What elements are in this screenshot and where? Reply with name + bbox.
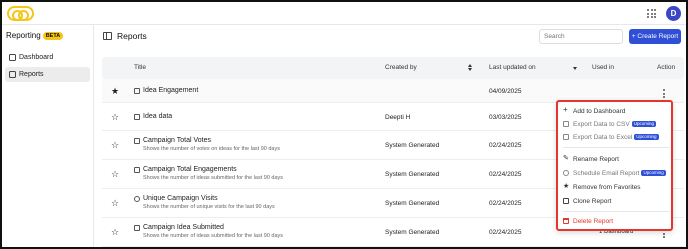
sidebar-item-label: Reports	[19, 71, 44, 78]
upcoming-badge: Upcoming	[634, 134, 659, 140]
menu-item-label: Export Data to Excel	[573, 134, 633, 141]
app-window: D Reporting BETA Dashboard Reports Report…	[0, 0, 688, 249]
table-header: Title Created by Last updated on Used in…	[102, 57, 684, 79]
updated-date: 03/03/2025	[489, 114, 522, 121]
report-name[interactable]: Campaign Idea Submitted	[143, 224, 224, 231]
menu-item-label: Remove from Favorites	[573, 184, 641, 191]
created-by: System Generated	[385, 200, 440, 207]
column-header-last-updated[interactable]: Last updated on	[489, 64, 536, 71]
upcoming-badge: Upcoming	[631, 121, 656, 127]
sidebar: Reporting BETA Dashboard Reports	[2, 25, 94, 247]
clock-icon	[134, 196, 140, 202]
report-icon	[134, 225, 140, 231]
star-filled-icon[interactable]: ★	[111, 87, 119, 96]
report-icon	[134, 167, 140, 173]
column-header-created-by[interactable]: Created by	[385, 64, 417, 71]
reports-icon	[9, 71, 16, 78]
menu-item-label: Clone Report	[573, 198, 612, 205]
menu-item-add-to-dashboard[interactable]: + Add to Dashboard	[563, 106, 625, 117]
sidebar-item-dashboard[interactable]: Dashboard	[5, 50, 90, 65]
star-outline-icon[interactable]: ☆	[111, 228, 119, 237]
report-description: Shows the number of ideas submitted for …	[143, 233, 284, 239]
report-description: Shows the number of unique visits for th…	[143, 204, 275, 210]
report-name[interactable]: Unique Campaign Visits	[143, 195, 218, 202]
pencil-icon: ✎	[563, 155, 569, 162]
report-name[interactable]: Campaign Total Engagements	[143, 166, 237, 173]
created-by: System Generated	[385, 229, 440, 236]
menu-item-delete[interactable]: Delete Report	[563, 216, 613, 227]
report-icon	[134, 114, 140, 120]
page-title: Reports	[117, 31, 147, 41]
menu-item-export-csv[interactable]: Export Data to CSV Upcoming	[563, 119, 656, 130]
updated-date: 02/24/2025	[489, 171, 522, 178]
column-header-title[interactable]: Title	[134, 64, 146, 71]
top-bar: D	[2, 2, 686, 25]
report-name[interactable]: Idea data	[143, 113, 172, 120]
menu-item-clone[interactable]: Clone Report	[563, 196, 611, 207]
copy-icon	[563, 198, 569, 204]
beta-badge: BETA	[42, 32, 64, 40]
updated-date: 02/24/2025	[489, 229, 522, 236]
report-name[interactable]: Idea Engagement	[143, 87, 198, 94]
column-header-used-in: Used in	[592, 64, 615, 71]
star-filled-icon: ★	[563, 183, 570, 190]
sort-icon[interactable]	[468, 64, 473, 72]
report-description: Shows the number of ideas submitted for …	[143, 175, 284, 181]
plus-icon: +	[563, 105, 568, 114]
sidebar-toggle-icon[interactable]	[103, 32, 112, 40]
menu-item-rename[interactable]: ✎ Rename Report	[563, 154, 619, 165]
updated-date: 02/24/2025	[489, 142, 522, 149]
created-by: Deepti H	[385, 114, 411, 121]
star-outline-icon[interactable]: ☆	[111, 170, 119, 179]
report-actions-menu: + Add to Dashboard Export Data to CSV Upc…	[556, 100, 673, 231]
app-title: Reporting BETA	[6, 31, 64, 40]
column-header-action: Action	[657, 64, 676, 71]
menu-divider	[563, 211, 670, 212]
sidebar-item-label: Dashboard	[19, 54, 54, 61]
report-description: Shows the number of votes on ideas for t…	[143, 146, 280, 152]
sort-desc-icon[interactable]	[573, 67, 577, 70]
menu-divider	[563, 147, 670, 148]
sidebar-item-reports[interactable]: Reports	[5, 67, 90, 82]
created-by: System Generated	[385, 171, 440, 178]
report-icon	[134, 138, 140, 144]
file-icon	[563, 121, 569, 127]
menu-item-export-excel[interactable]: Export Data to Excel Upcoming	[563, 132, 659, 143]
menu-item-schedule-email[interactable]: Schedule Email Report Upcoming	[563, 168, 666, 179]
dashboard-icon	[9, 54, 16, 61]
updated-date: 02/24/2025	[489, 200, 522, 207]
star-outline-icon[interactable]: ☆	[111, 113, 119, 122]
trash-icon	[563, 218, 569, 224]
page-header: Reports + Create Report	[95, 25, 686, 47]
upcoming-badge: Upcoming	[641, 170, 666, 176]
star-outline-icon[interactable]: ☆	[111, 199, 119, 208]
more-actions-icon[interactable]	[663, 89, 666, 100]
file-icon	[563, 134, 569, 140]
report-icon	[134, 88, 140, 94]
updated-date: 04/09/2025	[489, 88, 522, 95]
app-name: Reporting	[6, 31, 41, 40]
search-input[interactable]	[539, 29, 623, 44]
avatar[interactable]: D	[666, 6, 681, 21]
menu-item-label: Add to Dashboard	[573, 108, 626, 115]
menu-item-remove-favorite[interactable]: ★ Remove from Favorites	[563, 182, 641, 193]
report-name[interactable]: Campaign Total Votes	[143, 137, 211, 144]
menu-item-label: Rename Report	[573, 156, 619, 163]
menu-item-label: Schedule Email Report	[573, 170, 640, 177]
create-report-button[interactable]: + Create Report	[629, 29, 681, 44]
star-outline-icon[interactable]: ☆	[111, 141, 119, 150]
created-by: System Generated	[385, 142, 440, 149]
menu-item-label: Export Data to CSV	[573, 121, 630, 128]
menu-item-label: Delete Report	[573, 218, 614, 225]
apps-grid-icon[interactable]	[647, 9, 656, 18]
logo-icon[interactable]	[7, 6, 34, 21]
clock-icon	[563, 170, 569, 176]
